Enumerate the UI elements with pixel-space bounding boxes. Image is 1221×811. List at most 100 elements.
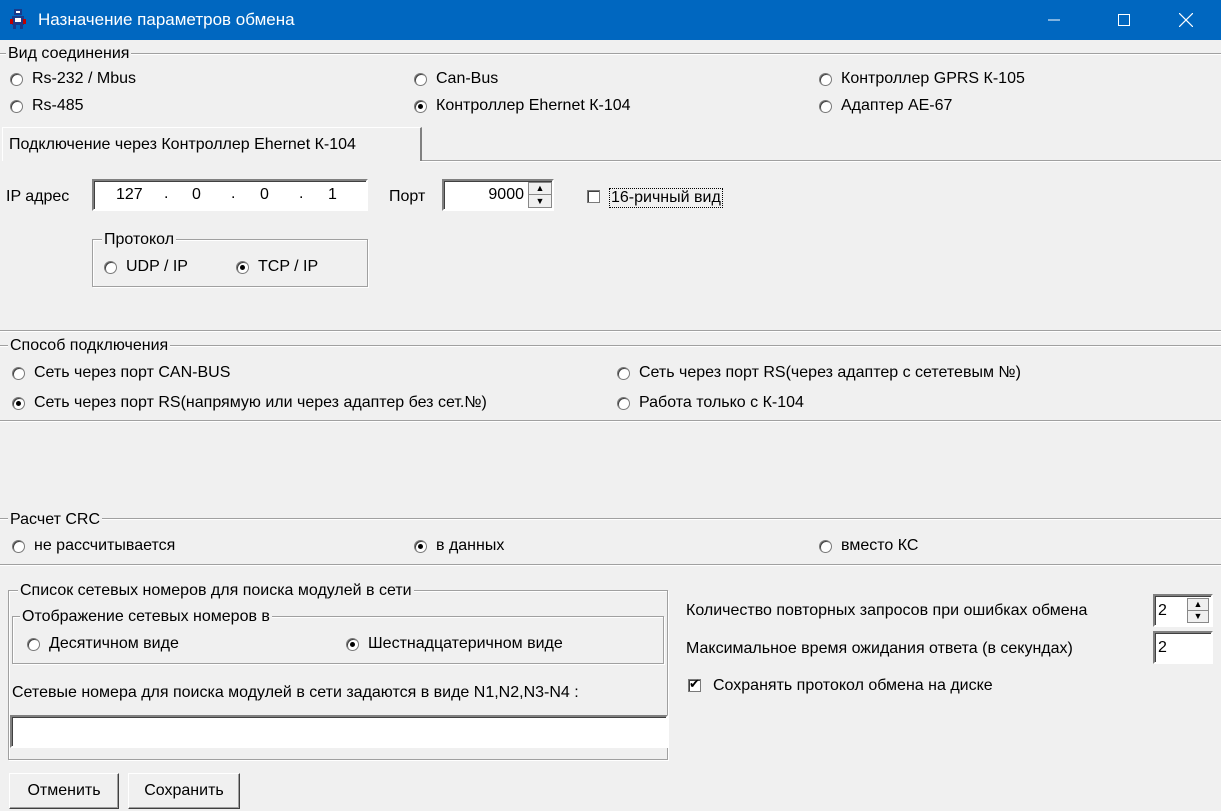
close-icon [1179,13,1193,27]
display-title: Отображение сетевых номеров в [20,608,272,626]
radio-decimal[interactable]: Десятичном виде [27,635,179,653]
minimize-icon [1048,19,1060,21]
timeout-label: Максимальное время ожидания ответа (в се… [686,640,1073,657]
protocol-title: Протокол [102,231,177,249]
radio-circle [819,72,832,86]
radio-crc-instead-ks-label: вместо КС [841,537,919,554]
radio-net-can-bus-label: Сеть через порт CAN-BUS [34,364,231,381]
network-numbers-hint: Сетевые номера для поиска модулей в сети… [12,684,579,701]
radio-k104-only[interactable]: Работа только с К-104 [617,394,804,412]
radio-rs485[interactable]: Rs-485 [10,97,84,115]
tab-label: Подключение через Контроллер Ehernet К-1… [9,136,356,153]
radio-crc-none[interactable]: не рассчитывается [12,537,175,555]
ip-octet-3: 0 [260,186,269,203]
port-value: 9000 [488,186,524,203]
radio-crc-in-data-label: в данных [436,537,505,554]
ip-octet-4: 1 [328,186,337,203]
maximize-icon [1118,14,1130,26]
spin-down-icon[interactable]: ▼ [529,195,551,207]
retries-label: Количество повторных запросов при ошибка… [686,602,1088,619]
ip-octet-2: 0 [192,186,201,203]
crc-title: Расчет CRC [8,511,102,529]
connection-method-title: Способ подключения [8,337,171,355]
spin-up-icon[interactable]: ▲ [529,183,551,195]
retries-field[interactable]: 2 ▲ ▼ [1153,594,1213,627]
radio-can-bus[interactable]: Can-Bus [414,70,498,88]
radio-decimal-label: Десятичном виде [49,635,179,652]
spin-down-icon[interactable]: ▼ [1188,611,1208,623]
radio-circle-selected [414,539,427,553]
radio-udp-ip-label: UDP / IP [126,258,188,275]
tab-ethernet-k104[interactable]: Подключение через Контроллер Ehernet К-1… [2,127,422,161]
cancel-button[interactable]: Отменить [9,773,119,809]
crc-divider [0,518,1221,520]
hex-view-label[interactable]: 16-ричный вид [609,188,723,208]
save-button[interactable]: Сохранить [128,773,240,809]
section-divider [0,330,1221,332]
section-divider [0,564,1221,566]
port-field[interactable]: 9000 ▲ ▼ [442,179,554,211]
radio-adapter-ae67-label: Адаптер АЕ-67 [841,97,953,114]
close-button[interactable] [1151,0,1221,40]
radio-hexadecimal-label: Шестнадцатеричном виде [368,635,563,652]
ip-address-field[interactable]: 127 . 0 . 0 . 1 [92,179,368,211]
radio-net-rs-adapter-label: Сеть через порт RS(через адаптер с сетет… [639,364,1021,381]
radio-net-rs-adapter[interactable]: Сеть через порт RS(через адаптер с сетет… [617,364,1021,382]
radio-circle [414,72,427,86]
radio-crc-none-label: не рассчитывается [34,537,176,554]
radio-udp-ip[interactable]: UDP / IP [104,258,188,276]
radio-can-bus-label: Can-Bus [436,70,499,87]
radio-net-can-bus[interactable]: Сеть через порт CAN-BUS [12,364,230,382]
radio-circle [617,366,630,380]
ip-dot: . [299,185,304,202]
radio-circle-selected [12,396,25,410]
connection-method-divider [0,345,1221,347]
radio-hexadecimal[interactable]: Шестнадцатеричном виде [346,635,563,653]
radio-tcp-ip[interactable]: TCP / IP [236,258,318,276]
port-label: Порт [389,188,426,205]
spin-up-icon[interactable]: ▲ [1188,599,1208,611]
maximize-button[interactable] [1089,0,1159,40]
hex-view-checkbox[interactable] [587,190,600,203]
radio-ethernet-k104[interactable]: Контроллер Ehernet К-104 [414,97,631,115]
radio-crc-instead-ks[interactable]: вместо КС [819,537,918,555]
radio-tcp-ip-label: TCP / IP [258,258,319,275]
radio-circle-selected [414,99,427,113]
radio-net-rs-direct-label: Сеть через порт RS(напрямую или через ад… [34,394,487,411]
network-list-title: Список сетевых номеров для поиска модуле… [18,582,414,600]
checkmark-icon: ✔ [689,676,700,691]
radio-circle [10,99,23,113]
radio-circle [819,99,832,113]
ip-octet-1: 127 [116,186,143,203]
minimize-button[interactable] [1019,0,1089,40]
radio-adapter-ae67[interactable]: Адаптер АЕ-67 [819,97,952,115]
radio-crc-in-data[interactable]: в данных [414,537,504,555]
radio-circle [104,260,117,274]
radio-circle [12,366,25,380]
radio-circle [12,539,25,553]
connection-type-title: Вид соединения [6,45,132,63]
timeout-value: 2 [1158,639,1167,656]
radio-gprs-k105-label: Контроллер GPRS К-105 [841,70,1025,87]
radio-net-rs-direct[interactable]: Сеть через порт RS(напрямую или через ад… [12,394,487,412]
connection-type-divider [0,53,1221,55]
radio-circle [819,539,832,553]
radio-rs232[interactable]: Rs-232 / Mbus [10,70,136,88]
radio-k104-only-label: Работа только с К-104 [639,394,804,411]
save-log-checkbox[interactable]: ✔ [688,676,701,692]
tab-strip-line [420,160,1221,162]
radio-ethernet-k104-label: Контроллер Ehernet К-104 [436,97,631,114]
app-icon [8,8,30,30]
save-log-label: Сохранять протокол обмена на диске [713,677,993,694]
title-bar: Назначение параметров обмена [0,0,1221,40]
radio-circle [10,72,23,86]
retries-spinner[interactable]: ▲ ▼ [1187,598,1209,623]
timeout-field[interactable]: 2 [1153,631,1213,664]
radio-circle [617,396,630,410]
port-spinner[interactable]: ▲ ▼ [528,182,552,208]
radio-circle-selected [236,260,249,274]
radio-circle-selected [346,637,359,651]
network-numbers-input[interactable] [10,715,668,748]
ip-dot: . [231,185,236,202]
radio-gprs-k105[interactable]: Контроллер GPRS К-105 [819,70,1025,88]
